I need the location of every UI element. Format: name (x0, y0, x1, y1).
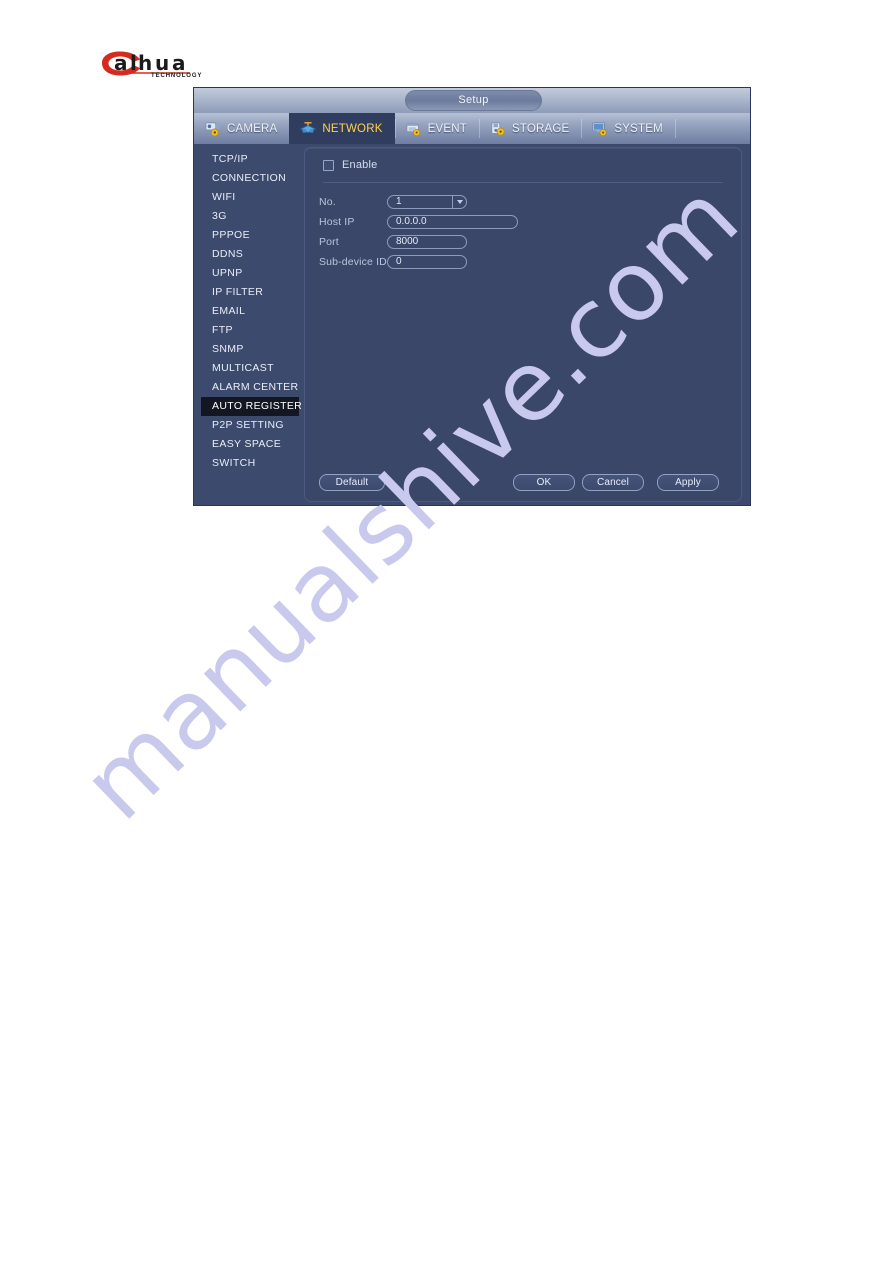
sidebar-item-label: TCP/IP (212, 153, 248, 165)
sidebar-item-pppoe[interactable]: PPPOE (201, 226, 299, 245)
auto-register-form: No. 1 Host IP 0.0.0.0 Port 8000 Sub-devi… (319, 192, 727, 272)
dialog-body: TCP/IP CONNECTION WIFI 3G PPPOE DDNS UPN… (194, 144, 750, 505)
svg-text:a: a (114, 51, 128, 75)
tab-event[interactable]: EVENT (394, 113, 479, 144)
sidebar-item-label: SWITCH (212, 457, 256, 469)
form-row-sub-device-id: Sub-device ID 0 (319, 252, 727, 272)
tab-system-label: SYSTEM (614, 122, 663, 135)
sidebar-item-label: CONNECTION (212, 172, 287, 184)
dahua-logo: a l h u a TECHNOLOGY (99, 50, 229, 82)
sidebar-item-label: FTP (212, 324, 233, 336)
sidebar-item-label: EMAIL (212, 305, 246, 317)
chevron-down-icon[interactable] (452, 196, 466, 208)
sidebar-item-email[interactable]: EMAIL (201, 302, 299, 321)
tab-camera[interactable]: CAMERA (194, 113, 289, 144)
svg-text:h: h (138, 51, 152, 75)
port-input[interactable]: 8000 (387, 235, 467, 249)
sidebar-item-auto-register[interactable]: AUTO REGISTER (201, 397, 303, 416)
enable-checkbox[interactable] (323, 159, 334, 171)
tab-system[interactable]: SYSTEM (581, 113, 675, 144)
sidebar-item-p2p-setting[interactable]: P2P SETTING (201, 416, 299, 435)
sidebar-item-multicast[interactable]: MULTICAST (201, 359, 299, 378)
sidebar-item-label: WIFI (212, 191, 236, 203)
sidebar-item-label: ALARM CENTER (212, 381, 299, 393)
tab-camera-label: CAMERA (227, 122, 278, 135)
sidebar-item-3g[interactable]: 3G (201, 207, 299, 226)
sidebar-item-alarm-center[interactable]: ALARM CENTER (201, 378, 299, 397)
sidebar-item-label: MULTICAST (212, 362, 274, 374)
dialog-button-bar: Default OK Cancel Apply (319, 474, 727, 491)
camera-gear-icon (205, 121, 220, 137)
dialog-titlebar: Setup (194, 88, 750, 113)
sidebar-item-label: EASY SPACE (212, 438, 282, 450)
sidebar-item-connection[interactable]: CONNECTION (201, 169, 299, 188)
sidebar-item-label: IP FILTER (212, 286, 264, 298)
sidebar-item-label: 3G (212, 210, 227, 222)
host-ip-label: Host IP (319, 216, 355, 228)
default-button[interactable]: Default (319, 474, 385, 491)
sidebar-item-label: DDNS (212, 248, 244, 260)
form-row-port: Port 8000 (319, 232, 727, 252)
enable-row[interactable]: Enable (323, 159, 377, 171)
svg-text:u: u (155, 51, 169, 75)
sidebar-item-ftp[interactable]: FTP (201, 321, 299, 340)
tab-event-label: EVENT (427, 122, 467, 135)
tab-network-label: NETWORK (322, 122, 383, 135)
ok-button[interactable]: OK (513, 474, 575, 491)
sidebar-item-label: SNMP (212, 343, 244, 355)
sidebar-item-upnp[interactable]: UPNP (201, 264, 299, 283)
no-select[interactable]: 1 (387, 195, 467, 209)
dahua-logo-subtitle: TECHNOLOGY (151, 73, 203, 79)
section-divider (323, 182, 723, 183)
tab-storage-label: STORAGE (511, 122, 570, 135)
sidebar-item-label: AUTO REGISTER (212, 400, 303, 412)
form-row-host-ip: Host IP 0.0.0.0 (319, 212, 727, 232)
main-tab-bar[interactable]: CAMERA NETWORK EVENT STORAGE SYSTEM (194, 113, 750, 144)
tab-network[interactable]: NETWORK (289, 113, 395, 144)
svg-text:l: l (130, 51, 137, 75)
sub-device-id-label: Sub-device ID (319, 256, 387, 268)
sidebar-item-snmp[interactable]: SNMP (201, 340, 299, 359)
sub-device-id-input[interactable]: 0 (387, 255, 467, 269)
network-sidebar[interactable]: TCP/IP CONNECTION WIFI 3G PPPOE DDNS UPN… (201, 150, 303, 499)
page-watermark: manualshive.com (61, 161, 800, 935)
apply-button[interactable]: Apply (657, 474, 719, 491)
sidebar-item-tcpip[interactable]: TCP/IP (201, 150, 299, 169)
sidebar-item-ddns[interactable]: DDNS (201, 245, 299, 264)
tab-storage[interactable]: STORAGE (478, 113, 581, 144)
sidebar-item-easy-space[interactable]: EASY SPACE (201, 435, 299, 454)
port-label: Port (319, 236, 339, 248)
sidebar-item-switch[interactable]: SWITCH (201, 454, 299, 473)
form-row-no: No. 1 (319, 192, 727, 212)
no-select-value: 1 (396, 196, 402, 207)
host-ip-input[interactable]: 0.0.0.0 (387, 215, 518, 229)
auto-register-panel: Enable No. 1 Host IP 0.0.0.0 Port 8000 S… (304, 147, 742, 502)
cancel-button[interactable]: Cancel (582, 474, 644, 491)
sidebar-item-label: P2P SETTING (212, 419, 284, 431)
event-gear-icon (406, 122, 420, 136)
sidebar-item-wifi[interactable]: WIFI (201, 188, 299, 207)
enable-label: Enable (342, 159, 378, 171)
tab-bar-end-divider (674, 119, 676, 138)
network-icon (300, 121, 317, 133)
system-gear-icon (592, 121, 608, 136)
sidebar-item-label: PPPOE (212, 229, 250, 241)
sidebar-item-ip-filter[interactable]: IP FILTER (201, 283, 299, 302)
page-title: Setup (405, 90, 542, 111)
svg-text:a: a (172, 51, 186, 75)
no-label: No. (319, 196, 336, 208)
storage-gear-icon (491, 121, 505, 136)
sidebar-item-label: UPNP (212, 267, 243, 279)
setup-dialog: Setup CAMERA NETWORK EVENT STORAGE SYSTE… (193, 87, 751, 506)
